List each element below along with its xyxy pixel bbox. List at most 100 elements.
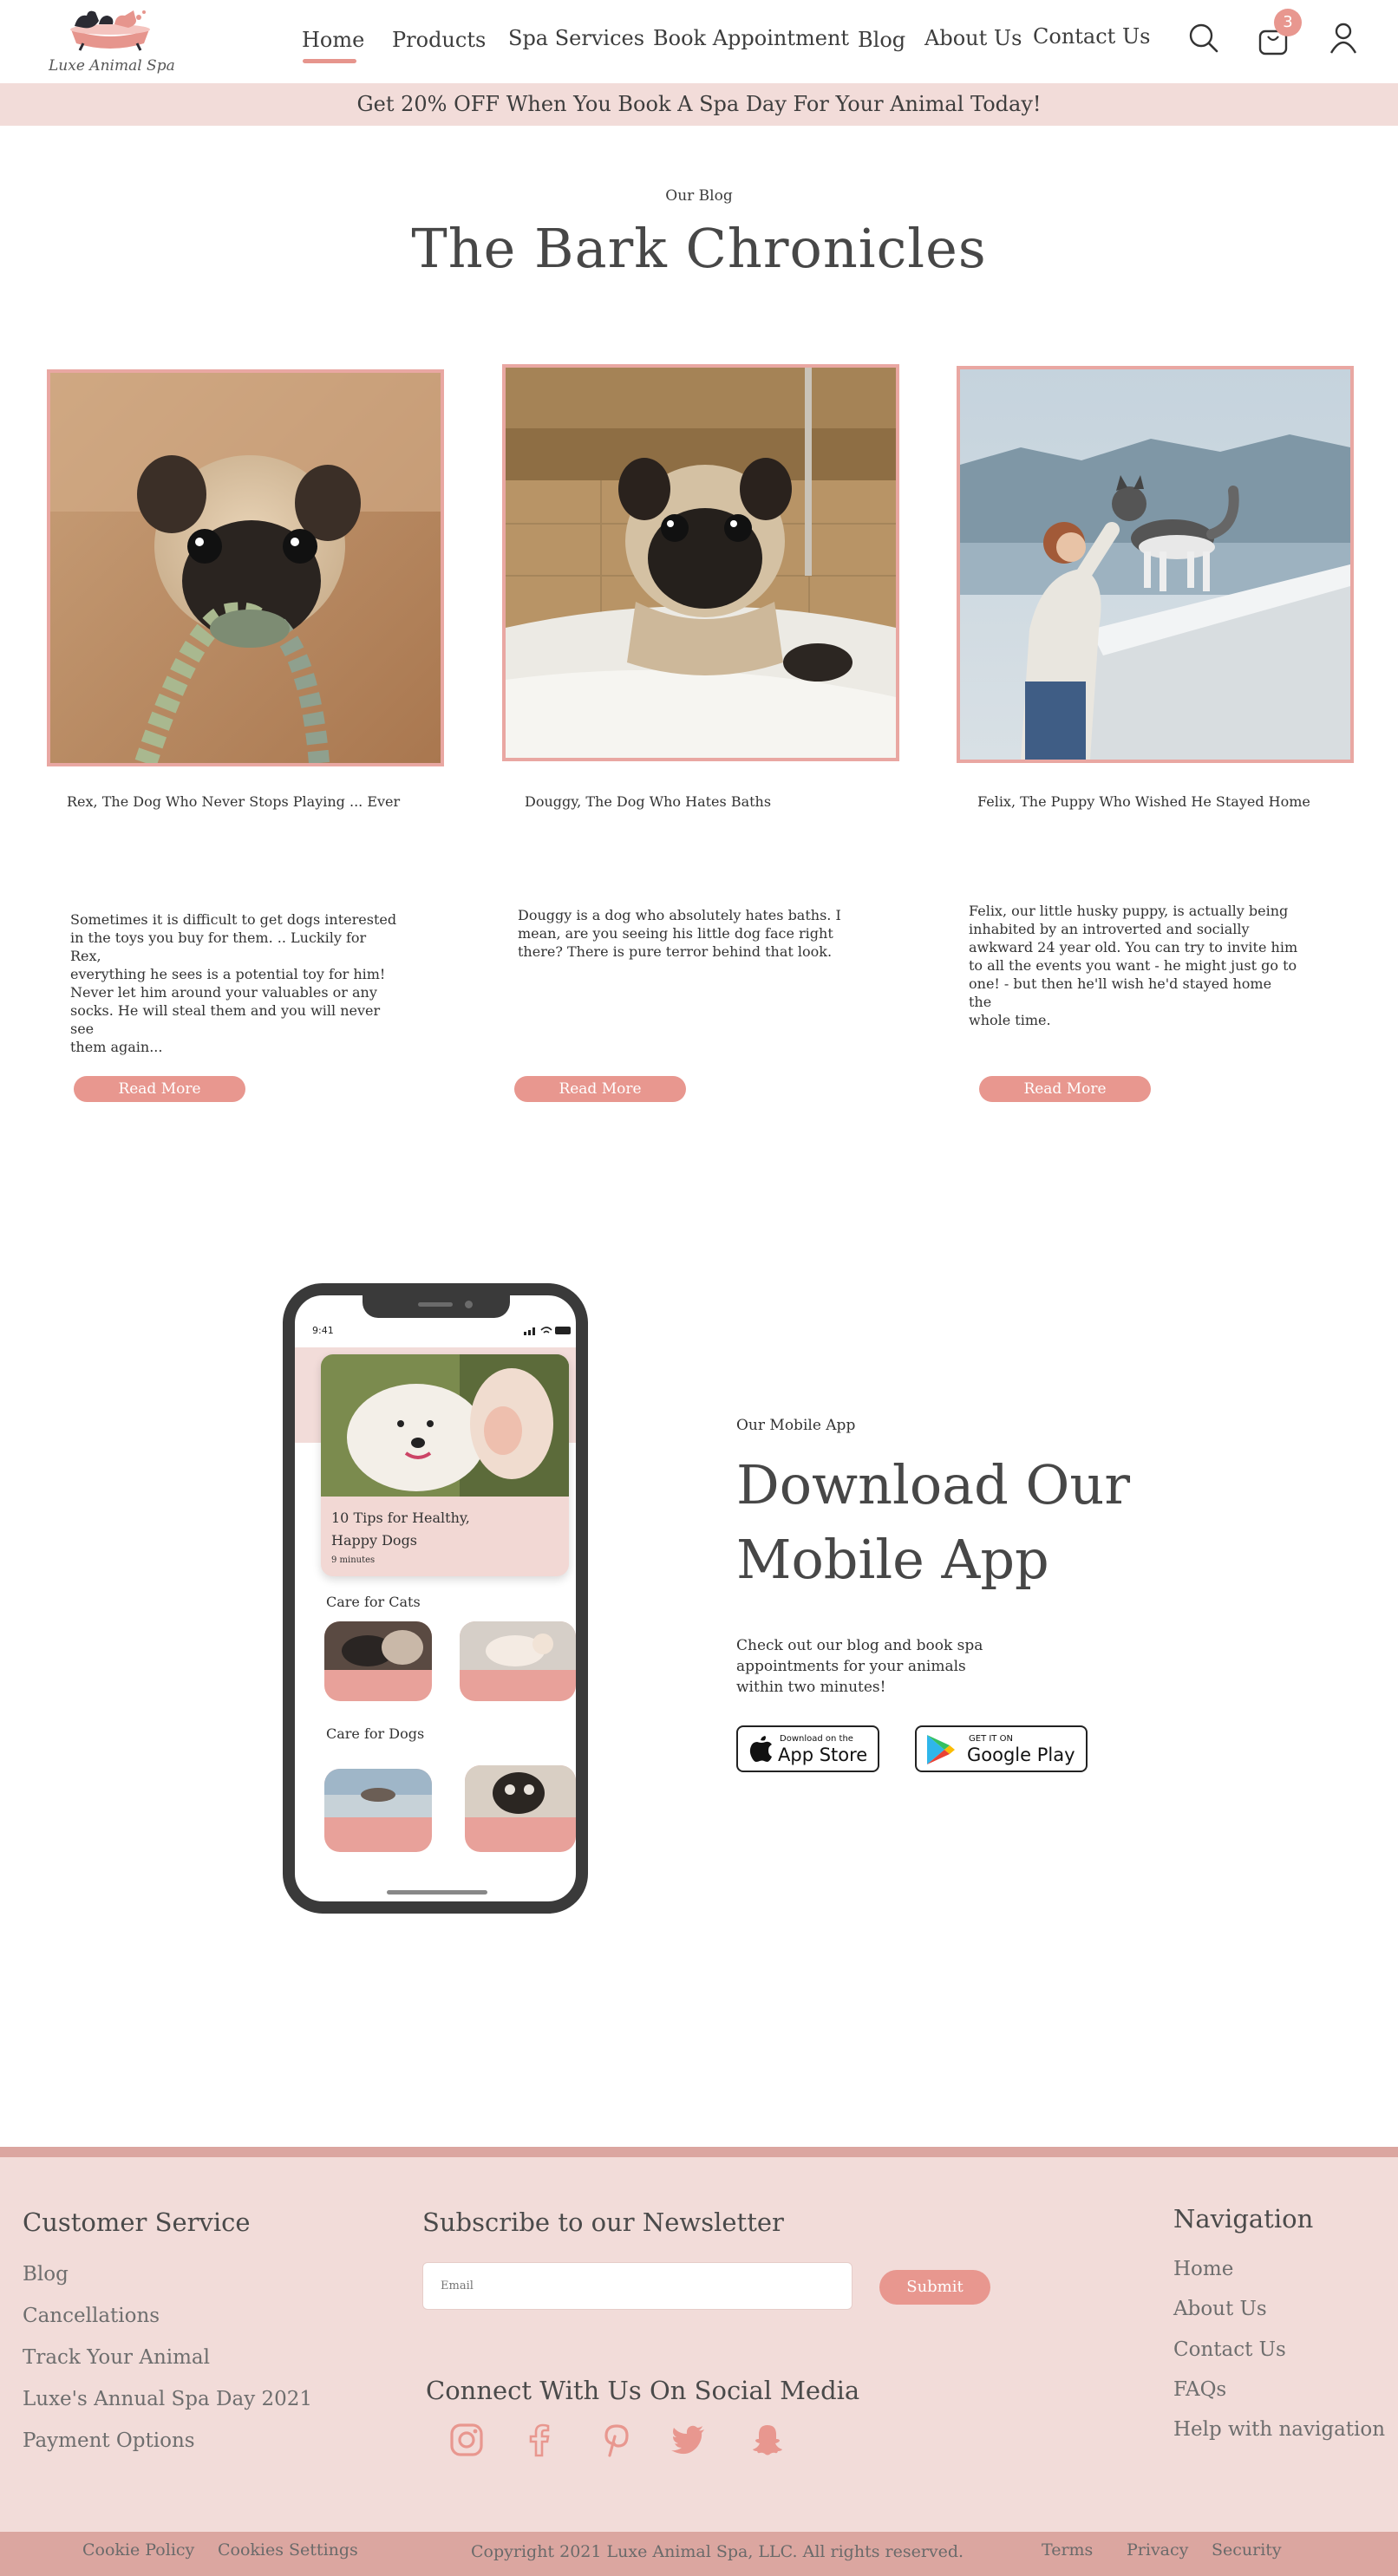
title-line: Download Our — [736, 1453, 1130, 1516]
app-store-small: Download on the — [780, 1734, 853, 1744]
woman-with-husky-photo — [960, 369, 1350, 760]
blog-card-title[interactable]: Felix, The Puppy Who Wished He Stayed Ho… — [977, 793, 1310, 810]
cat-article-thumb[interactable] — [324, 1621, 432, 1701]
google-play-big: Google Play — [967, 1745, 1075, 1765]
app-store-button[interactable]: Download on the App Store — [736, 1725, 879, 1772]
nav-active-indicator — [303, 59, 356, 63]
blog-card-title[interactable]: Douggy, The Dog Who Hates Baths — [525, 793, 771, 810]
blog-card-excerpt: Sometimes it is difficult to get dogs in… — [70, 910, 400, 1056]
search-button[interactable] — [1188, 23, 1219, 54]
newsletter-email-input[interactable] — [422, 2262, 853, 2310]
dog-article-thumb[interactable] — [324, 1769, 432, 1852]
google-play-button[interactable]: GET IT ON Google Play — [915, 1725, 1088, 1772]
home-indicator — [387, 1890, 487, 1895]
twitter-link[interactable] — [671, 2423, 706, 2457]
facebook-link[interactable] — [523, 2423, 558, 2457]
nav-about-us[interactable]: About Us — [924, 26, 1022, 50]
security-link[interactable]: Security — [1212, 2540, 1282, 2560]
title-line: 10 Tips for Healthy, — [331, 1510, 470, 1526]
phone-status-icons — [524, 1325, 572, 1335]
newsletter-heading: Subscribe to our Newsletter — [422, 2208, 784, 2237]
terms-link[interactable]: Terms — [1042, 2540, 1093, 2560]
facebook-icon — [529, 2423, 550, 2457]
cookie-policy-link[interactable]: Cookie Policy — [82, 2540, 194, 2560]
cats-heading: Care for Cats — [326, 1594, 421, 1610]
bathtub-logo-icon — [70, 10, 150, 51]
desc-line: within two minutes! — [736, 1679, 886, 1696]
cat-article-thumb[interactable] — [460, 1621, 576, 1701]
pug-with-rope-photo — [50, 373, 441, 763]
excerpt-line: whole time. — [969, 1012, 1051, 1028]
nav-blog[interactable]: Blog — [858, 28, 905, 52]
featured-article-meta: 9 minutes — [331, 1555, 376, 1565]
snapchat-link[interactable] — [750, 2423, 785, 2457]
footer-nav-help[interactable]: Help with navigation — [1173, 2418, 1385, 2441]
pug-in-bathtub-photo — [506, 368, 896, 758]
blog-card-image-douggy[interactable] — [502, 364, 899, 761]
read-more-button[interactable]: Read More — [979, 1076, 1151, 1102]
instagram-link[interactable] — [449, 2423, 484, 2457]
blog-card-image-rex[interactable] — [47, 369, 444, 766]
desc-line: Check out our blog and book spa — [736, 1637, 983, 1654]
blog-card-title[interactable]: Rex, The Dog Who Never Stops Playing ...… — [67, 793, 400, 810]
app-description: Check out our blog and book spa appointm… — [736, 1635, 988, 1698]
footer-nav-contact-us[interactable]: Contact Us — [1173, 2338, 1286, 2361]
excerpt-line: in the toys you buy for them. .. Luckily… — [70, 929, 367, 964]
blog-card-image-felix[interactable] — [957, 366, 1354, 763]
nav-contact-us[interactable]: Contact Us — [1033, 24, 1150, 49]
app-title: Download Our Mobile App — [736, 1448, 1187, 1597]
apple-icon — [749, 1736, 772, 1762]
kitten-photo — [460, 1621, 576, 1670]
footer-link-spa-day[interactable]: Luxe's Annual Spa Day 2021 — [23, 2388, 312, 2410]
excerpt-line: them again... — [70, 1039, 163, 1055]
search-icon — [1189, 23, 1218, 53]
excerpt-line: Felix, our little husky puppy, is actual… — [969, 903, 1289, 919]
desc-line: appointments for your animals — [736, 1658, 966, 1675]
nav-spa-services[interactable]: Spa Services — [508, 26, 644, 50]
customer-service-heading: Customer Service — [23, 2208, 251, 2237]
footer-link-cancellations[interactable]: Cancellations — [23, 2305, 160, 2327]
pinterest-icon — [604, 2424, 629, 2457]
footer-nav-about-us[interactable]: About Us — [1173, 2298, 1267, 2320]
footer-link-track-animal[interactable]: Track Your Animal — [23, 2346, 210, 2369]
account-button[interactable] — [1329, 21, 1358, 55]
featured-article-card[interactable]: 10 Tips for Healthy, Happy Dogs 9 minute… — [321, 1354, 569, 1576]
excerpt-line: awkward 24 year old. You can try to invi… — [969, 939, 1298, 955]
footer-link-blog[interactable]: Blog — [23, 2263, 69, 2286]
blog-title: The Bark Chronicles — [411, 217, 987, 280]
excerpt-line: socks. He will steal them and you will n… — [70, 1002, 381, 1037]
excerpt-line: one! - but then he'll wish he'd stayed h… — [969, 975, 1272, 1010]
excerpt-line: inhabited by an introverted and socially — [969, 921, 1250, 937]
excerpt-line: Sometimes it is difficult to get dogs in… — [70, 911, 397, 928]
featured-article-title: 10 Tips for Healthy, Happy Dogs — [331, 1507, 470, 1552]
privacy-link[interactable]: Privacy — [1127, 2540, 1188, 2560]
dog-article-thumb[interactable] — [465, 1765, 576, 1852]
user-icon — [1329, 23, 1357, 54]
signal-battery-icon — [524, 1327, 571, 1335]
newsletter-submit-button[interactable]: Submit — [879, 2270, 990, 2305]
google-play-icon — [927, 1735, 955, 1764]
snapchat-icon — [753, 2425, 782, 2455]
brand-name: Luxe Animal Spa — [49, 57, 175, 75]
phone-mockup: 9:41 10 Tips for Healthy, Happy Dogs 9 m… — [283, 1283, 588, 1914]
nav-book-appointment[interactable]: Book Appointment — [653, 26, 849, 50]
brand-logo[interactable]: Luxe Animal Spa — [45, 5, 175, 78]
dog-beach-photo — [324, 1769, 432, 1817]
read-more-button[interactable]: Read More — [74, 1076, 245, 1102]
cart-count-badge: 3 — [1274, 9, 1302, 36]
navigation-heading: Navigation — [1173, 2204, 1314, 2234]
title-line: Happy Dogs — [331, 1532, 418, 1549]
pinterest-link[interactable] — [599, 2423, 634, 2457]
google-play-small: GET IT ON — [969, 1734, 1013, 1744]
read-more-button[interactable]: Read More — [514, 1076, 686, 1102]
footer-link-payment-options[interactable]: Payment Options — [23, 2429, 195, 2452]
promo-banner[interactable]: Get 20% OFF When You Book A Spa Day For … — [0, 83, 1398, 126]
samoyed-with-woman-photo — [321, 1354, 569, 1497]
title-line: Mobile App — [736, 1528, 1049, 1591]
cookie-settings-link[interactable]: Cookies Settings — [218, 2540, 358, 2560]
nav-home[interactable]: Home — [302, 28, 364, 52]
site-header: Luxe Animal Spa Home Products Spa Servic… — [0, 0, 1398, 83]
nav-products[interactable]: Products — [392, 28, 486, 52]
footer-nav-faqs[interactable]: FAQs — [1173, 2378, 1226, 2401]
footer-nav-home[interactable]: Home — [1173, 2258, 1233, 2280]
